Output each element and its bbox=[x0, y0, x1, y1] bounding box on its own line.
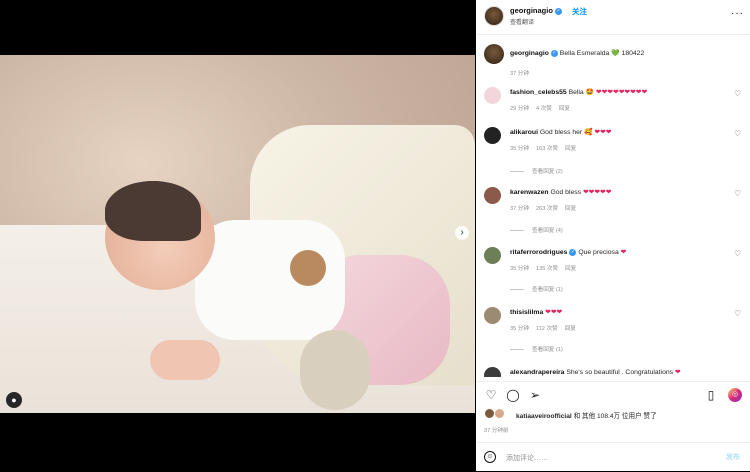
caption-date-code: 180422 bbox=[621, 50, 645, 57]
view-replies-text[interactable]: 查看回复 (1) bbox=[532, 287, 563, 293]
caption-text: Bella Esmeralda bbox=[559, 50, 610, 57]
photo-bear-print bbox=[290, 250, 326, 286]
comment-avatar[interactable] bbox=[484, 87, 501, 104]
photo-toy bbox=[300, 330, 370, 410]
next-image-arrow-icon[interactable]: › bbox=[455, 226, 469, 240]
comment-text: God bless her 🥰 bbox=[539, 129, 593, 136]
comment-time: 35 分钟 bbox=[510, 326, 529, 332]
post-actions-bar: ♡ ◯ ➢ ▯ ◎ bbox=[476, 381, 750, 408]
view-replies-link[interactable]: 查看回复 (4) bbox=[510, 226, 563, 234]
photo-baby-hair-top bbox=[105, 181, 201, 241]
like-comment-icon[interactable]: ♡ bbox=[734, 89, 741, 98]
comment-time: 35 分钟 bbox=[510, 146, 529, 152]
replies-divider bbox=[510, 349, 524, 351]
reply-button[interactable]: 回复 bbox=[565, 266, 576, 272]
comment-username[interactable]: alikaroui bbox=[510, 129, 538, 136]
baby-photo[interactable] bbox=[0, 55, 475, 413]
comments-feed[interactable]: georginagio ✓ Bella Esmeralda 💚 180422 37… bbox=[476, 35, 750, 377]
view-replies-text[interactable]: 查看回复 (1) bbox=[532, 347, 563, 353]
comment-username[interactable]: karenwazen bbox=[510, 189, 549, 196]
like-comment-icon[interactable]: ♡ bbox=[734, 129, 741, 138]
comment-like-count[interactable]: 4 次赞 bbox=[536, 106, 552, 112]
comment-username[interactable]: thisislilma bbox=[510, 309, 543, 316]
caption-avatar[interactable] bbox=[484, 44, 504, 64]
comment-username[interactable]: alexandrapereira bbox=[510, 369, 564, 376]
comment-hearts: ❤ bbox=[674, 369, 681, 376]
verified-badge-icon: ✓ bbox=[554, 7, 562, 15]
replies-divider bbox=[510, 289, 524, 291]
comment-avatar[interactable] bbox=[484, 187, 501, 204]
comment-hearts: ❤❤❤❤❤ bbox=[582, 189, 612, 196]
caption-verified-icon: ✓ bbox=[550, 49, 558, 57]
view-replies-link[interactable]: 查看回复 (2) bbox=[510, 167, 563, 175]
likes-summary: katiaaveiroofficial 和 其他 108.4万 位用户 赞了 bbox=[484, 408, 750, 422]
photo-baby-body bbox=[195, 220, 345, 340]
comment-bubble-icon[interactable]: ◯ bbox=[506, 388, 520, 402]
user-tag-icon[interactable]: ● bbox=[6, 392, 22, 408]
like-comment-icon[interactable]: ♡ bbox=[734, 249, 741, 258]
view-replies-text[interactable]: 查看回复 (4) bbox=[532, 228, 563, 234]
comment-like-count[interactable]: 263 次赞 bbox=[536, 206, 558, 212]
comment-avatar[interactable] bbox=[484, 127, 501, 144]
liker-avatar[interactable] bbox=[494, 408, 505, 419]
like-comment-icon[interactable]: ♡ bbox=[734, 309, 741, 318]
reply-button[interactable]: 回复 bbox=[565, 206, 576, 212]
comment-hearts: ❤❤❤ bbox=[545, 309, 563, 316]
comment-text: She's so beautiful . Congratulations bbox=[566, 369, 674, 376]
like-heart-icon[interactable]: ♡ bbox=[484, 388, 498, 402]
caption-username[interactable]: georginagio bbox=[510, 50, 549, 57]
post-timestamp: 37 分钟前 bbox=[484, 428, 509, 434]
comment-hearts: ❤ bbox=[620, 249, 627, 256]
reply-button[interactable]: 回复 bbox=[565, 326, 576, 332]
caption-time: 37 分钟 bbox=[510, 71, 529, 77]
comment-hearts: ❤❤❤❤❤❤❤❤❤ bbox=[595, 89, 648, 96]
comment-time: 35 分钟 bbox=[510, 266, 529, 272]
share-paper-plane-icon[interactable]: ➢ bbox=[528, 388, 542, 402]
comment-time: 29 分钟 bbox=[510, 106, 529, 112]
like-comment-icon[interactable]: ♡ bbox=[734, 189, 741, 198]
comment-hearts: ❤❤❤ bbox=[594, 129, 612, 136]
post-media: › ● bbox=[0, 0, 475, 471]
comment-avatar[interactable] bbox=[484, 307, 501, 324]
replies-divider bbox=[510, 230, 524, 232]
replies-divider bbox=[510, 171, 524, 173]
green-heart-icon: 💚 bbox=[611, 50, 620, 57]
see-translation-link[interactable]: 查看翻译 bbox=[510, 17, 534, 26]
view-replies-text[interactable]: 查看回复 (2) bbox=[532, 169, 563, 175]
author-avatar[interactable] bbox=[484, 6, 504, 26]
comment-avatar[interactable] bbox=[484, 367, 501, 377]
comment-composer: ☺ 发布 bbox=[476, 442, 750, 472]
author-username[interactable]: georginagio ✓ bbox=[510, 6, 562, 15]
comment-username[interactable]: ritaferrorodrigues bbox=[510, 249, 567, 256]
comment-time: 37 分钟 bbox=[510, 206, 529, 212]
comment-username[interactable]: fashion_celebs55 bbox=[510, 89, 567, 96]
commenter-verified-icon: ✓ bbox=[569, 248, 577, 256]
comment-text: God bless bbox=[550, 189, 582, 196]
reply-button[interactable]: 回复 bbox=[559, 106, 570, 112]
liker-username[interactable]: katiaaveiroofficial bbox=[516, 413, 572, 420]
post-header: georginagio ✓ 关注 查看翻译 ··· bbox=[476, 0, 750, 35]
save-bookmark-icon[interactable]: ▯ bbox=[704, 388, 718, 402]
comment-like-count[interactable]: 163 次赞 bbox=[536, 146, 558, 152]
view-replies-link[interactable]: 查看回复 (1) bbox=[510, 345, 563, 353]
post-comment-button[interactable]: 发布 bbox=[726, 452, 740, 462]
likes-count-text[interactable]: 和 其他 108.4万 位用户 赞了 bbox=[574, 413, 657, 420]
author-username-text[interactable]: georginagio bbox=[510, 6, 553, 15]
post-side-panel: georginagio ✓ 关注 查看翻译 ··· georginagio ✓ Be… bbox=[476, 0, 750, 471]
photo-baby-hand bbox=[150, 340, 220, 380]
reply-button[interactable]: 回复 bbox=[565, 146, 576, 152]
instagram-icon: ◎ bbox=[728, 388, 742, 402]
emoji-picker-icon[interactable]: ☺ bbox=[484, 451, 496, 463]
comment-text: Bella 🤩 bbox=[568, 89, 595, 96]
comment-text: Que preciosa bbox=[578, 249, 619, 256]
comment-input[interactable] bbox=[504, 450, 708, 466]
view-replies-link[interactable]: 查看回复 (1) bbox=[510, 285, 563, 293]
more-options-icon[interactable]: ··· bbox=[731, 8, 744, 19]
comment-like-count[interactable]: 135 次赞 bbox=[536, 266, 558, 272]
follow-button[interactable]: 关注 bbox=[572, 6, 587, 17]
comment-like-count[interactable]: 112 次赞 bbox=[536, 326, 558, 332]
comment-avatar[interactable] bbox=[484, 247, 501, 264]
